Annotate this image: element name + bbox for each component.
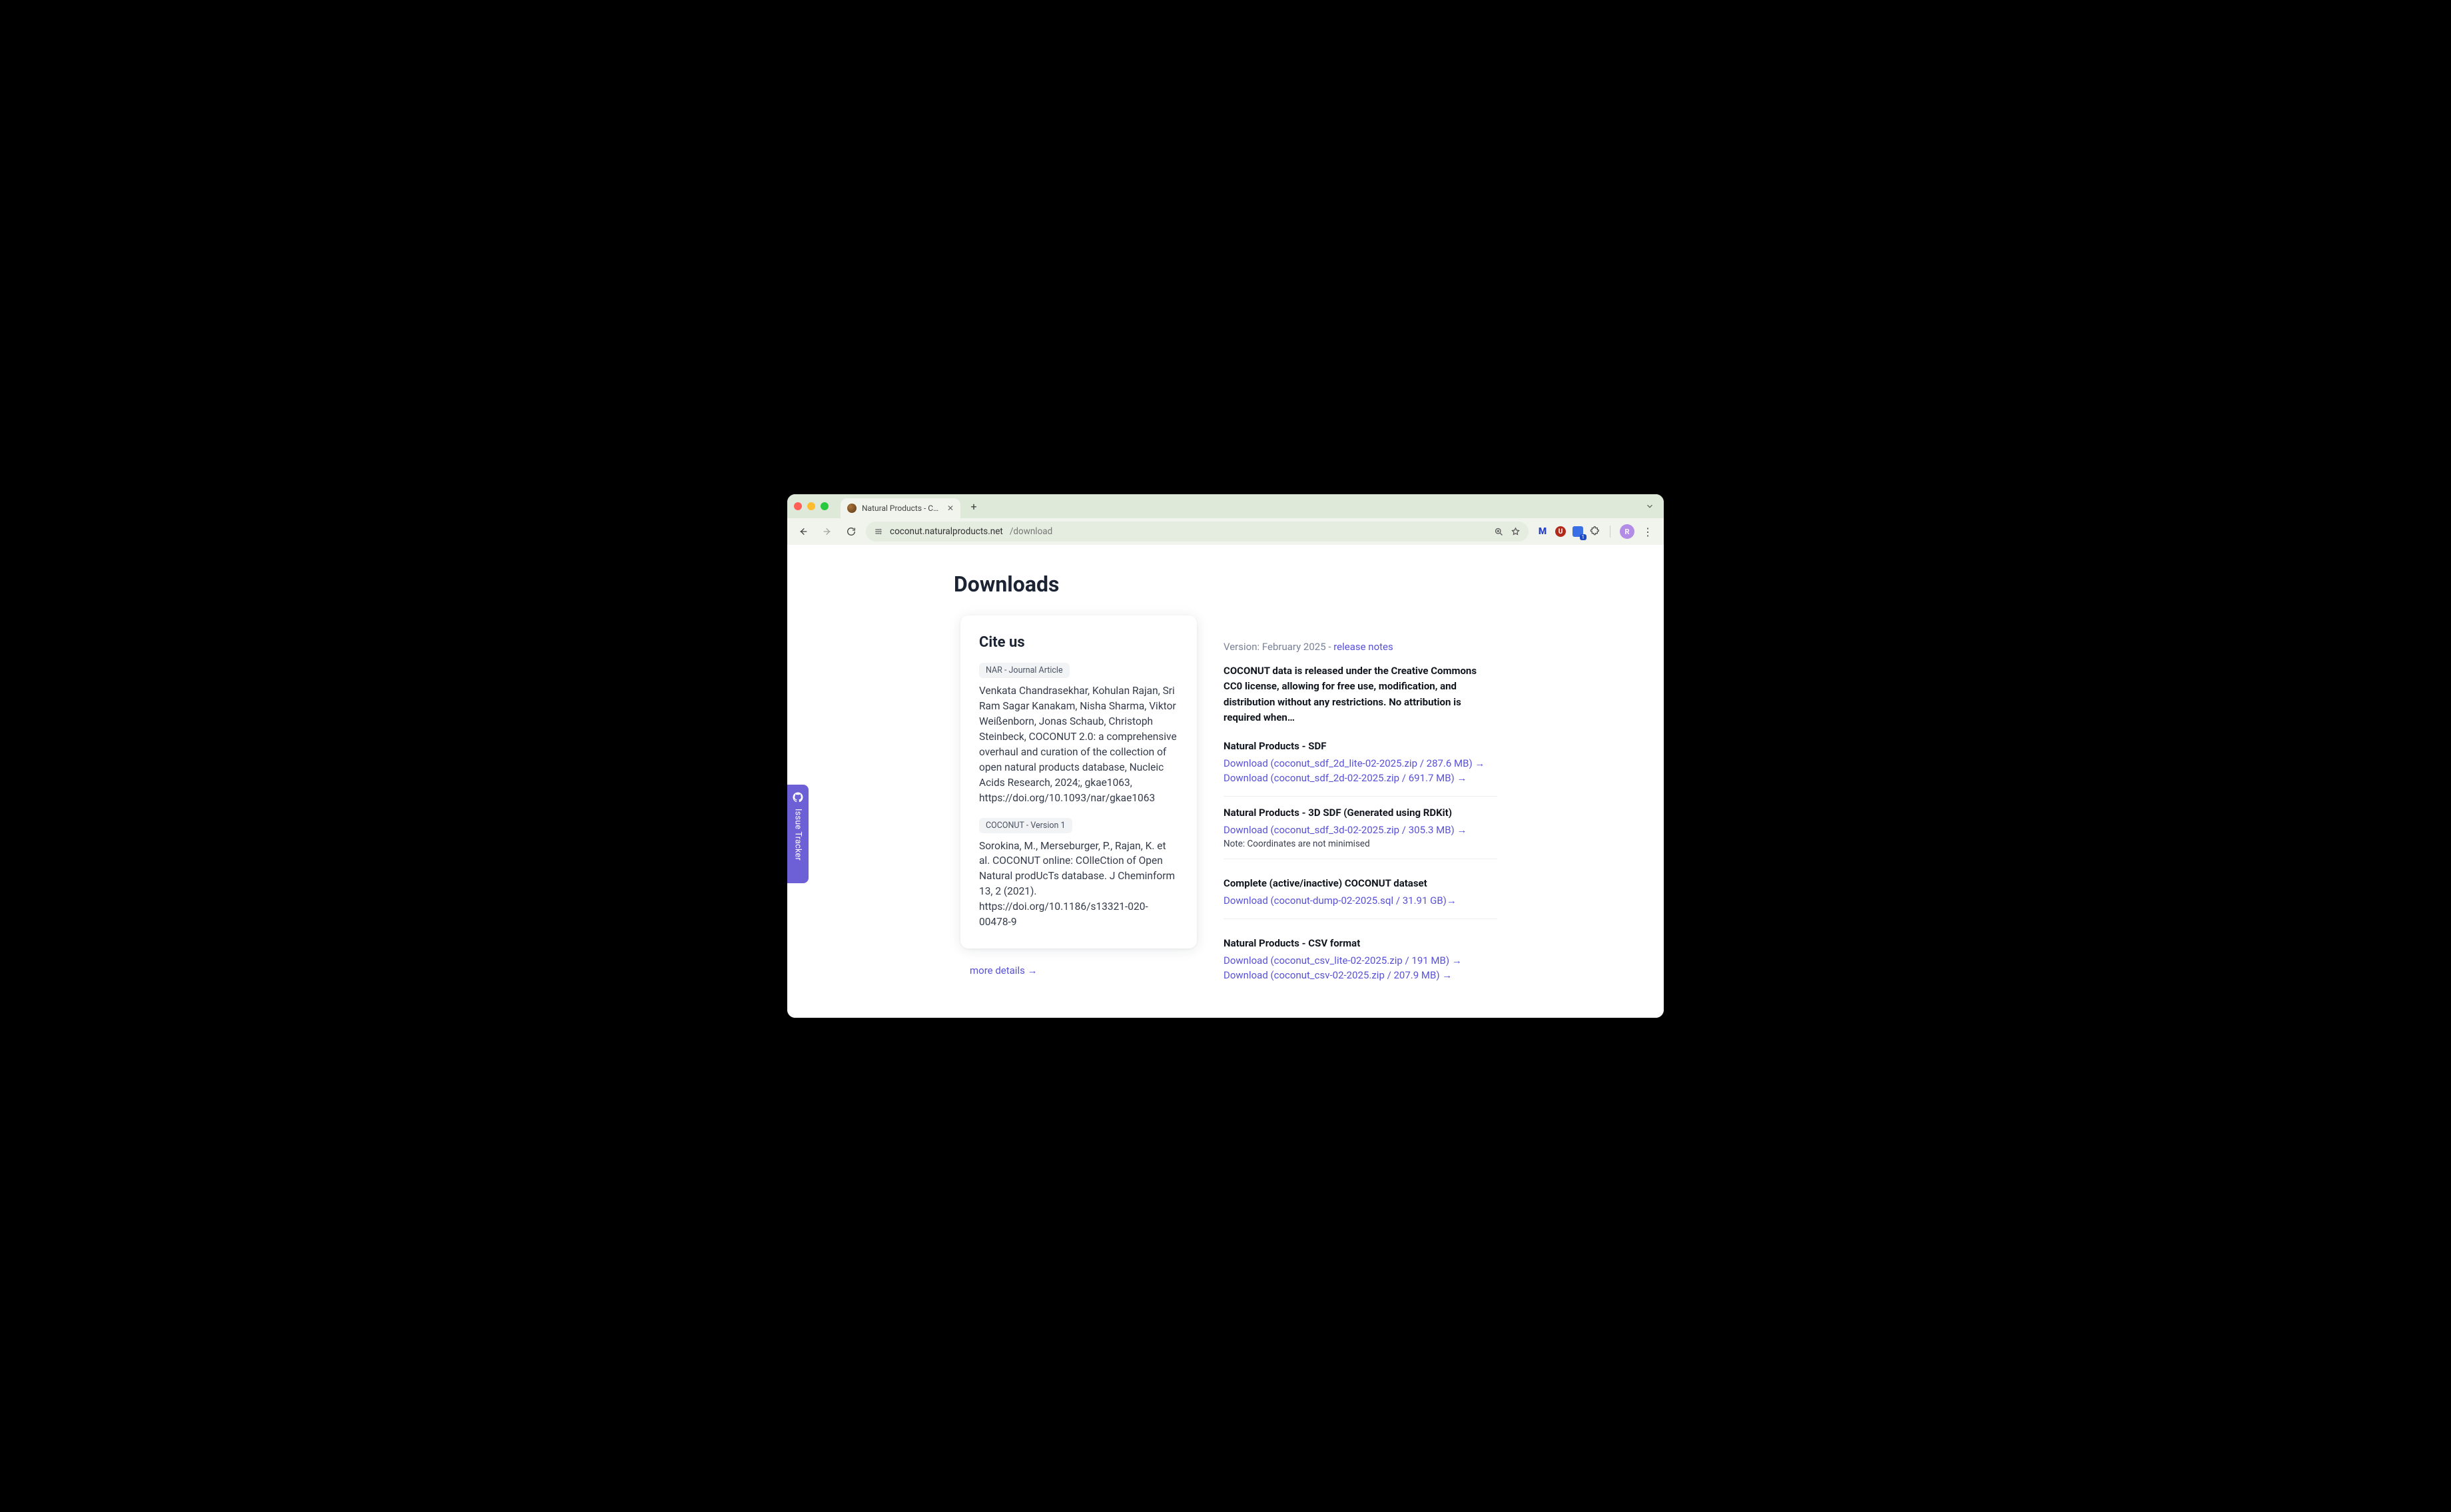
section-heading: Natural Products - CSV format [1224, 937, 1497, 949]
site-settings-icon[interactable] [874, 527, 883, 536]
extension-translate-icon[interactable] [1573, 526, 1583, 537]
cite-heading: Cite us [979, 634, 1178, 651]
tab-strip: Natural Products - COCONUT ✕ + [787, 494, 1664, 518]
url-path: /download [1010, 526, 1052, 537]
download-section: Natural Products - 3D SDF (Generated usi… [1224, 807, 1497, 859]
download-link[interactable]: Download (coconut_sdf_2d_lite-02-2025.zi… [1224, 757, 1497, 769]
citation-text: Venkata Chandrasekhar, Kohulan Rajan, Sr… [979, 683, 1178, 806]
browser-tab[interactable]: Natural Products - COCONUT ✕ [841, 498, 960, 518]
tabs-dropdown-button[interactable] [1642, 499, 1657, 514]
version-line: Version: February 2025 - release notes [1224, 641, 1497, 653]
chevron-down-icon [1645, 502, 1654, 511]
close-window-button[interactable] [794, 502, 802, 510]
release-notes-link[interactable]: release notes [1333, 641, 1393, 653]
zoom-icon[interactable] [1494, 527, 1504, 537]
page-content: Downloads Cite us NAR - Journal Article … [940, 545, 1511, 1018]
browser-menu-button[interactable]: ⋮ [1641, 526, 1654, 538]
download-section: Natural Products - SDF Download (coconut… [1224, 740, 1497, 797]
minimize-window-button[interactable] [807, 502, 815, 510]
issue-tracker-label: Issue Tracker [793, 809, 803, 861]
issue-tracker-tab[interactable]: Issue Tracker [787, 785, 809, 883]
download-link[interactable]: Download (coconut_csv-02-2025.zip / 207.… [1224, 969, 1497, 981]
page-title: Downloads [954, 571, 1497, 597]
tab-title: Natural Products - COCONUT [862, 504, 942, 513]
citation-badge: NAR - Journal Article [979, 663, 1070, 678]
extensions-puzzle-icon[interactable] [1590, 526, 1600, 537]
section-heading: Complete (active/inactive) COCONUT datas… [1224, 877, 1497, 889]
license-text: COCONUT data is released under the Creat… [1224, 663, 1497, 725]
close-tab-button[interactable]: ✕ [947, 504, 954, 513]
page-scroll[interactable]: Downloads Cite us NAR - Journal Article … [787, 545, 1664, 1018]
extension-m-icon[interactable]: M [1537, 527, 1549, 536]
section-note: Note: Coordinates are not minimised [1224, 839, 1497, 849]
reload-button[interactable] [842, 522, 861, 541]
favicon-icon [847, 504, 857, 513]
download-link[interactable]: Download (coconut_sdf_2d-02-2025.zip / 6… [1224, 772, 1497, 784]
url-host: coconut.naturalproducts.net [890, 526, 1003, 537]
arrow-left-icon [798, 526, 809, 537]
download-section: Complete (active/inactive) COCONUT datas… [1224, 869, 1497, 919]
download-link[interactable]: Download (coconut_sdf_3d-02-2025.zip / 3… [1224, 824, 1497, 836]
download-link[interactable]: Download (coconut_csv_lite-02-2025.zip /… [1224, 954, 1497, 966]
download-section: Natural Products - CSV format Download (… [1224, 929, 1497, 993]
back-button[interactable] [794, 522, 813, 541]
section-heading: Natural Products - SDF [1224, 740, 1497, 752]
maximize-window-button[interactable] [821, 502, 829, 510]
cite-card: Cite us NAR - Journal Article Venkata Ch… [960, 615, 1197, 948]
new-tab-button[interactable]: + [966, 498, 982, 514]
toolbar: coconut.naturalproducts.net/download M U… [787, 518, 1664, 545]
github-icon [792, 791, 804, 803]
forward-button[interactable] [818, 522, 837, 541]
arrow-right-icon [822, 526, 833, 537]
version-text: Version: February 2025 - [1224, 641, 1333, 653]
citation-badge: COCONUT - Version 1 [979, 818, 1072, 833]
profile-avatar[interactable]: R [1620, 524, 1634, 539]
address-bar[interactable]: coconut.naturalproducts.net/download [866, 522, 1529, 542]
right-column: Version: February 2025 - release notes C… [1224, 615, 1497, 1003]
reload-icon [846, 526, 857, 537]
extensions-area: M U R ⋮ [1534, 524, 1657, 539]
browser-window: Natural Products - COCONUT ✕ + coconut.n… [787, 494, 1664, 1018]
citation-text: Sorokina, M., Merseburger, P., Rajan, K.… [979, 839, 1178, 931]
extension-u-icon[interactable]: U [1555, 526, 1566, 537]
section-heading: Natural Products - 3D SDF (Generated usi… [1224, 807, 1497, 819]
download-link[interactable]: Download (coconut-dump-02-2025.sql / 31.… [1224, 895, 1497, 907]
window-controls [794, 502, 829, 510]
left-column: Cite us NAR - Journal Article Venkata Ch… [954, 615, 1197, 976]
more-details-link[interactable]: more details → [970, 964, 1038, 976]
bookmark-star-icon[interactable] [1511, 527, 1521, 537]
viewport: Downloads Cite us NAR - Journal Article … [787, 545, 1664, 1018]
